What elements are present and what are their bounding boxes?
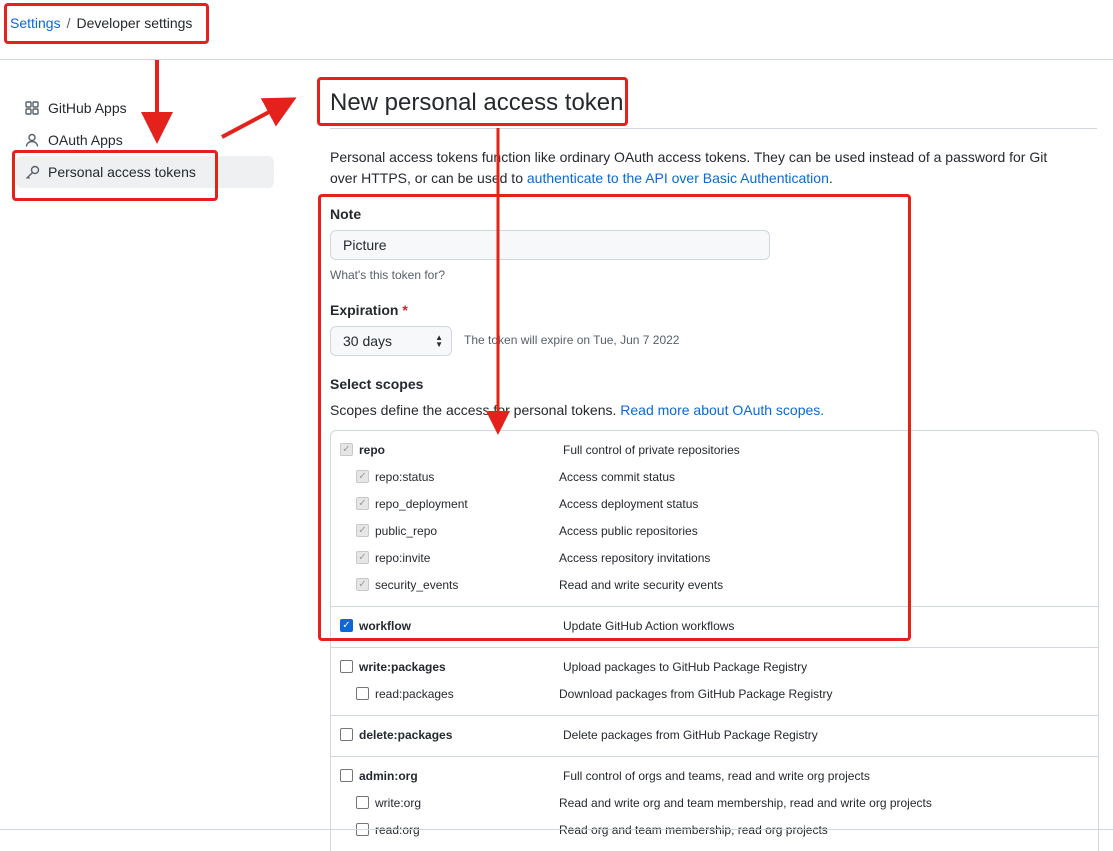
scope-description: Download packages from GitHub Package Re… xyxy=(559,687,833,701)
scope-description: Read org and team membership, read org p… xyxy=(559,823,828,837)
person-icon xyxy=(24,132,40,148)
scope-name: admin:org xyxy=(359,769,418,783)
scope-group-write-packages: write:packages Upload packages to GitHub… xyxy=(331,648,1098,716)
intro-end: . xyxy=(828,170,833,186)
scope-row: admin:org Full control of orgs and teams… xyxy=(331,763,1098,790)
scope-checkbox[interactable] xyxy=(340,660,353,673)
oauth-scopes-link[interactable]: Read more about OAuth scopes. xyxy=(620,402,824,418)
required-mark: * xyxy=(402,302,408,318)
scope-row: ✓ public_repo Access public repositories xyxy=(331,518,1098,545)
expiration-select-value: 30 days xyxy=(343,333,393,349)
breadcrumb-separator: / xyxy=(66,15,71,31)
expiration-note: The token will expire on Tue, Jun 7 2022 xyxy=(464,333,680,347)
scope-description: Full control of orgs and teams, read and… xyxy=(563,769,870,783)
note-input[interactable] xyxy=(330,230,770,260)
scope-description: Read and write security events xyxy=(559,578,724,592)
scope-name: public_repo xyxy=(375,524,438,538)
scope-row: read:packages Download packages from Git… xyxy=(331,681,1098,708)
scope-checkbox[interactable]: ✓ xyxy=(356,497,369,510)
breadcrumb-settings-link[interactable]: Settings xyxy=(10,15,61,31)
scope-checkbox[interactable] xyxy=(340,728,353,741)
scope-row: ✓ security_events Read and write securit… xyxy=(331,572,1098,599)
developer-settings-sidebar: GitHub Apps OAuth Apps Personal access t… xyxy=(16,92,274,188)
scope-row: ✓ repo_deployment Access deployment stat… xyxy=(331,491,1098,518)
scope-name: security_events xyxy=(375,578,459,592)
sidebar-item-label: Personal access tokens xyxy=(48,164,196,180)
scope-name: repo xyxy=(359,443,386,457)
scope-row: ✓ workflow Update GitHub Action workflow… xyxy=(331,613,1098,640)
apps-grid-icon xyxy=(24,100,40,116)
scope-description: Access public repositories xyxy=(559,524,698,538)
scope-row: read:org Read org and team membership, r… xyxy=(331,817,1098,844)
expiration-label-text: Expiration xyxy=(330,302,399,318)
scope-checkbox[interactable] xyxy=(356,796,369,809)
scopes-description: Scopes define the access for personal to… xyxy=(330,402,824,418)
note-hint: What's this token for? xyxy=(330,268,446,282)
scope-row: ✓ repo Full control of private repositor… xyxy=(331,437,1098,464)
scope-name: write:org xyxy=(375,796,422,810)
scope-description: Access deployment status xyxy=(559,497,699,511)
key-icon xyxy=(24,164,40,180)
note-label: Note xyxy=(330,206,362,222)
new-token-form: New personal access token Personal acces… xyxy=(330,80,1099,851)
select-scopes-label: Select scopes xyxy=(330,376,424,392)
scope-row: ✓ repo:invite Access repository invitati… xyxy=(331,545,1098,572)
scope-description: Update GitHub Action workflows xyxy=(563,619,735,633)
scope-row: write:org Read and write org and team me… xyxy=(331,790,1098,817)
basic-auth-link[interactable]: authenticate to the API over Basic Authe… xyxy=(527,170,829,186)
scope-row: ✓ repo:status Access commit status xyxy=(331,464,1098,491)
scope-checkbox[interactable]: ✓ xyxy=(356,470,369,483)
scope-name: workflow xyxy=(359,619,412,633)
intro-paragraph: Personal access tokens function like ord… xyxy=(330,147,1070,189)
scope-description: Read and write org and team membership, … xyxy=(559,796,932,810)
scope-description: Access commit status xyxy=(559,470,676,484)
expiration-label: Expiration * xyxy=(330,302,408,318)
header-divider xyxy=(0,59,1113,60)
scope-checkbox[interactable]: ✓ xyxy=(356,524,369,537)
scope-name: read:packages xyxy=(375,687,454,701)
scope-name: repo:status xyxy=(375,470,435,484)
scope-name: write:packages xyxy=(359,660,446,674)
scope-description: Access repository invitations xyxy=(559,551,711,565)
scope-name: repo:invite xyxy=(375,551,431,565)
scope-description: Upload packages to GitHub Package Regist… xyxy=(563,660,808,674)
breadcrumb-current: Developer settings xyxy=(76,15,193,31)
sidebar-item-label: GitHub Apps xyxy=(48,100,127,116)
scope-checkbox[interactable] xyxy=(340,769,353,782)
scope-name: delete:packages xyxy=(359,728,453,742)
scope-name: read:org xyxy=(375,823,420,837)
sidebar-item-oauth-apps[interactable]: OAuth Apps xyxy=(16,124,274,156)
scope-checkbox[interactable]: ✓ xyxy=(340,443,353,456)
scope-row: write:packages Upload packages to GitHub… xyxy=(331,654,1098,681)
scopes-list: ✓ repo Full control of private repositor… xyxy=(330,430,1099,851)
scope-row: delete:packages Delete packages from Git… xyxy=(331,722,1098,749)
sidebar-item-github-apps[interactable]: GitHub Apps xyxy=(16,92,274,124)
breadcrumb: Settings / Developer settings xyxy=(10,15,192,31)
scope-group-repo: ✓ repo Full control of private repositor… xyxy=(331,431,1098,607)
scope-checkbox[interactable]: ✓ xyxy=(356,551,369,564)
sidebar-item-personal-access-tokens[interactable]: Personal access tokens xyxy=(16,156,274,188)
scopes-desc-text: Scopes define the access for personal to… xyxy=(330,402,621,418)
expiration-select[interactable]: 30 days ▲ ▼ xyxy=(330,326,452,356)
scope-group-admin-org: admin:org Full control of orgs and teams… xyxy=(331,757,1098,851)
page-title: New personal access token xyxy=(330,89,624,116)
sidebar-item-label: OAuth Apps xyxy=(48,132,123,148)
scope-checkbox[interactable]: ✓ xyxy=(340,619,353,632)
scope-description: Delete packages from GitHub Package Regi… xyxy=(563,728,818,742)
scope-description: Full control of private repositories xyxy=(563,443,740,457)
scope-checkbox[interactable] xyxy=(356,687,369,700)
title-divider xyxy=(330,128,1097,129)
select-arrows-icon: ▲ ▼ xyxy=(435,333,443,349)
scope-group-workflow: ✓ workflow Update GitHub Action workflow… xyxy=(331,607,1098,648)
scope-group-delete-packages: delete:packages Delete packages from Git… xyxy=(331,716,1098,757)
scope-checkbox[interactable]: ✓ xyxy=(356,578,369,591)
scope-name: repo_deployment xyxy=(375,497,468,511)
